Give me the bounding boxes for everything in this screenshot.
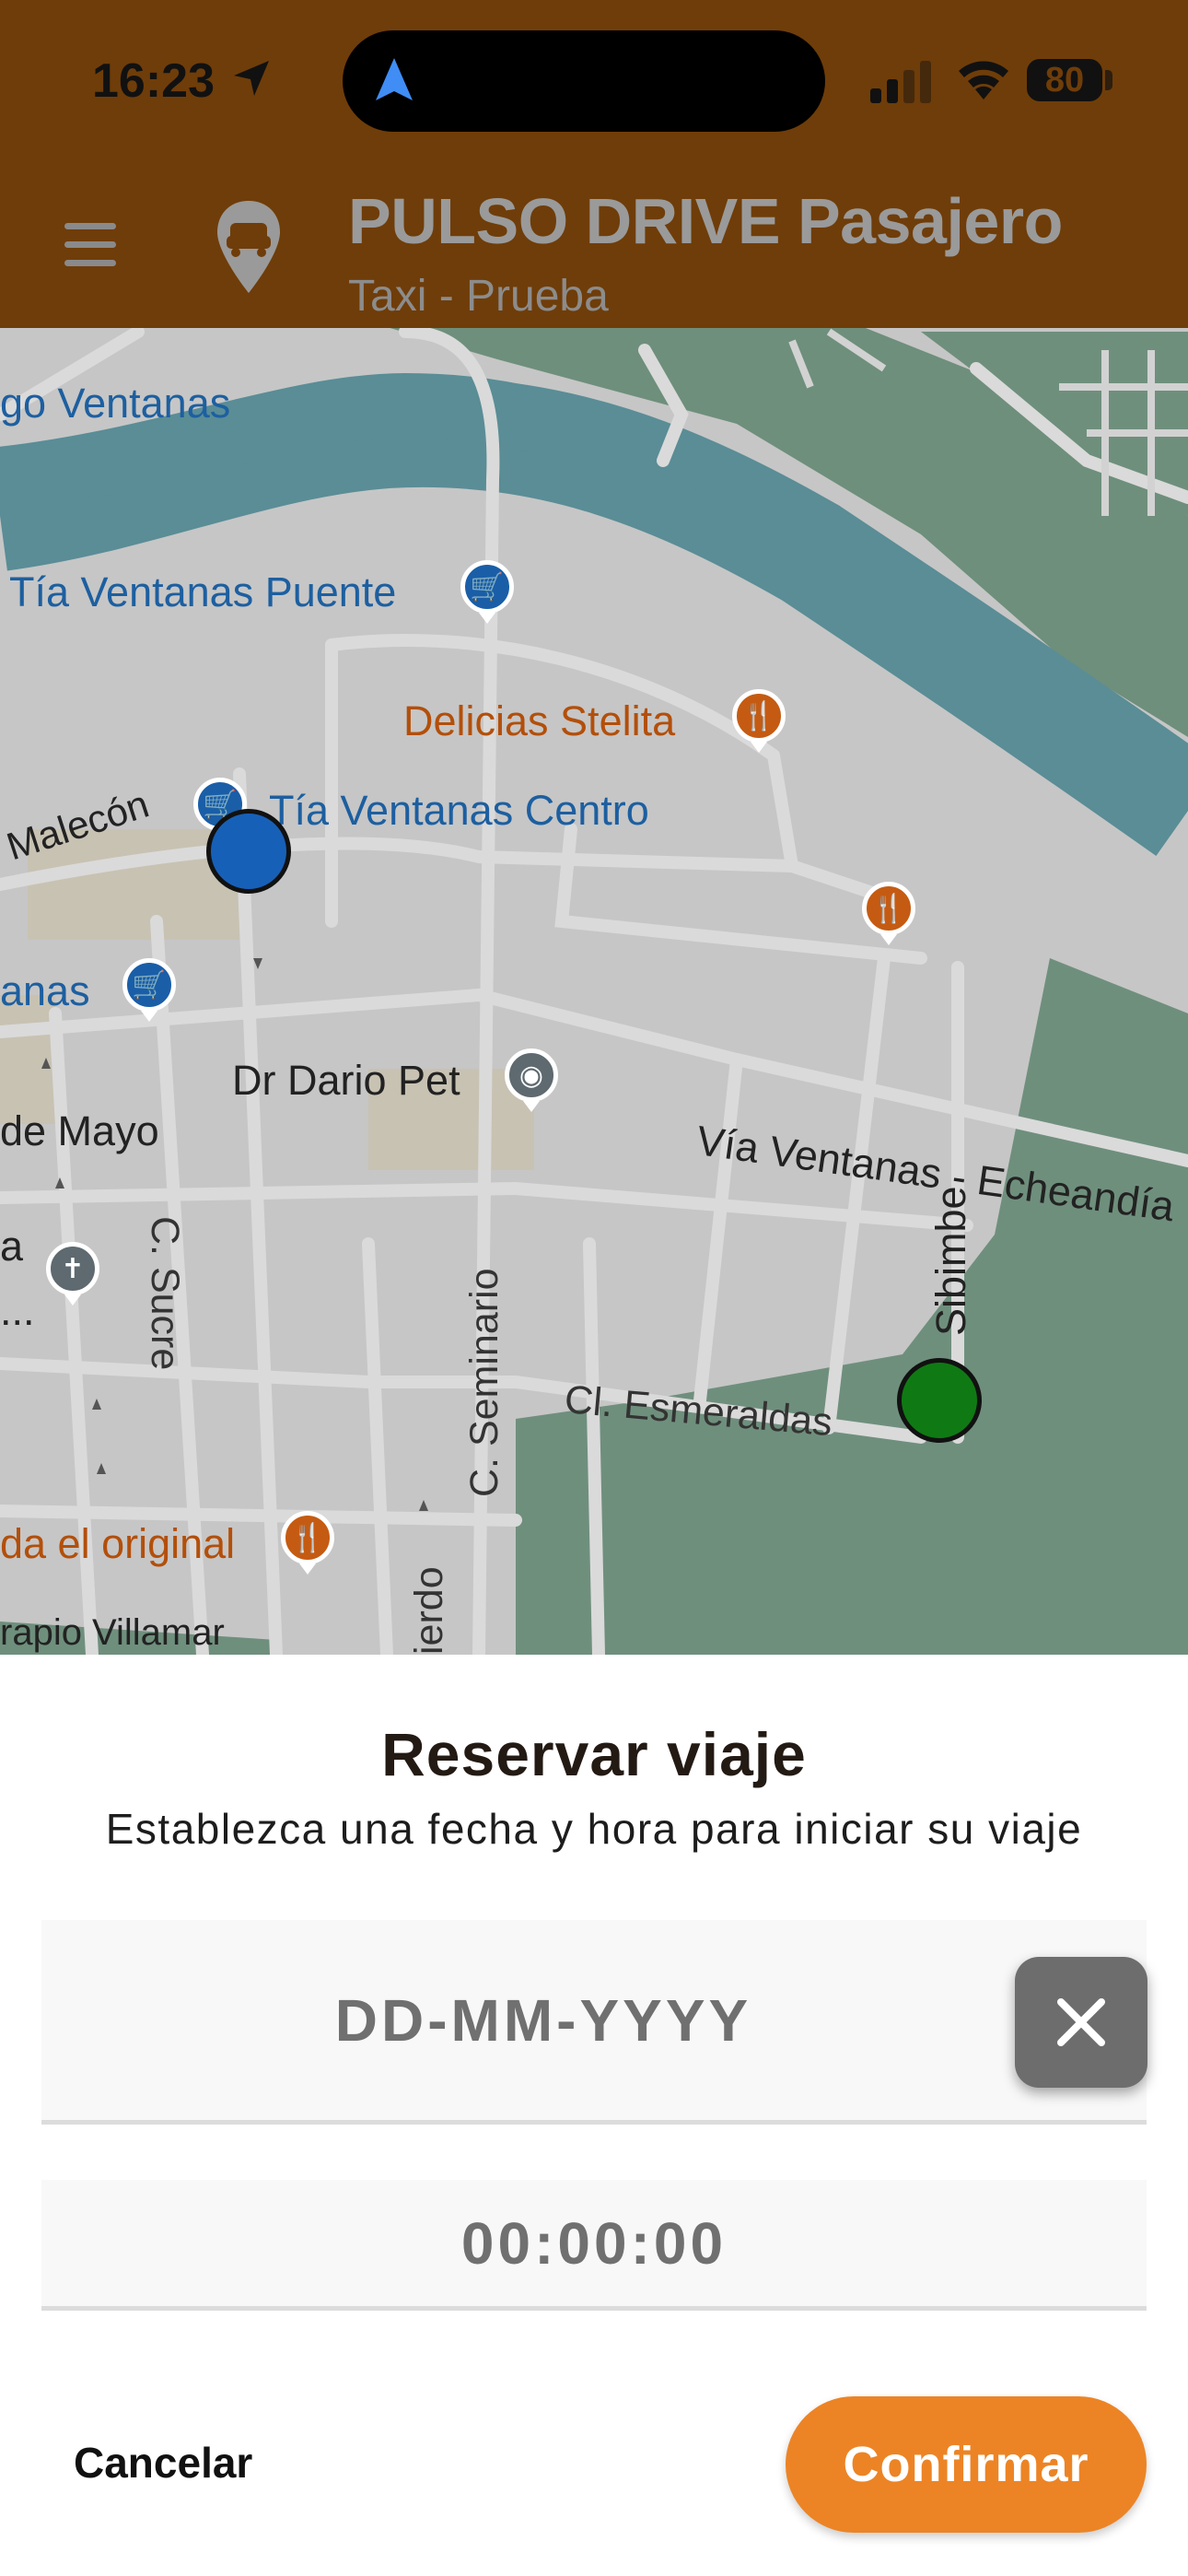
- map-label-delicias: Delicias Stelita: [403, 697, 676, 744]
- sheet-subtitle: Establezca una fecha y hora para iniciar…: [105, 1805, 1083, 1853]
- location-arrow-icon: [234, 61, 269, 96]
- status-bar: 16:23 80: [0, 0, 1188, 157]
- app-title: PULSO DRIVE Pasajero: [348, 185, 1063, 257]
- origin-marker[interactable]: [206, 809, 291, 894]
- shopping-cart-icon[interactable]: 🛒: [122, 958, 176, 1022]
- dynamic-island: [343, 30, 825, 132]
- map-label-anas: anas: [0, 967, 90, 1014]
- map-label-da-original: da el original: [0, 1520, 236, 1567]
- map-label-dots: ...: [0, 1287, 35, 1334]
- map-label-a: a: [0, 1223, 24, 1270]
- map-label-ventanas: go Ventanas: [0, 380, 231, 427]
- place-icon[interactable]: ◉: [505, 1048, 558, 1112]
- app-subtitle: Taxi - Prueba: [348, 272, 609, 321]
- map-label-tia-centro: Tía Ventanas Centro: [269, 787, 649, 834]
- date-placeholder: DD-MM-YYYY: [334, 1986, 752, 2054]
- cellular-signal-icon: [870, 61, 931, 103]
- date-field[interactable]: DD-MM-YYYY: [41, 1920, 1147, 2125]
- confirm-button[interactable]: Confirmar: [786, 2396, 1147, 2533]
- battery-indicator: 80: [1027, 59, 1102, 101]
- map-label-c-seminario: C. Seminario: [462, 1268, 507, 1497]
- shopping-cart-icon[interactable]: 🛒: [460, 560, 514, 624]
- menu-bar: [64, 260, 116, 266]
- restaurant-icon[interactable]: 🍴: [862, 882, 915, 945]
- restaurant-icon[interactable]: 🍴: [281, 1511, 334, 1575]
- menu-button[interactable]: [64, 223, 116, 267]
- church-icon[interactable]: ✝: [46, 1242, 99, 1306]
- close-icon: [1057, 1998, 1105, 2046]
- map-label-ierdo: ierdo: [407, 1566, 451, 1655]
- map-label-tia-puente: Tía Ventanas Puente: [9, 568, 397, 615]
- battery-tip: [1105, 70, 1112, 90]
- destination-marker[interactable]: [897, 1358, 982, 1443]
- status-time: 16:23: [92, 54, 215, 108]
- navigation-icon: [376, 58, 413, 100]
- app-header: 16:23 80 PULSO DRIVE Pasajero Taxi - Pru…: [0, 0, 1188, 328]
- menu-bar: [64, 223, 116, 229]
- taxi-pin-icon: [217, 201, 280, 293]
- time-placeholder: 00:00:00: [460, 2209, 728, 2277]
- map-label-dr-dario: Dr Dario Pet: [232, 1057, 460, 1104]
- wifi-icon: [959, 61, 1008, 100]
- cancel-button[interactable]: Cancelar: [74, 2438, 252, 2488]
- menu-bar: [64, 241, 116, 248]
- map-label-de-mayo: de Mayo: [0, 1107, 159, 1154]
- map-label-c-sucre: C. Sucre: [143, 1216, 187, 1371]
- reserve-trip-sheet: Reservar viaje Establezca una fecha y ho…: [0, 1655, 1188, 2576]
- map-label-rapio-villamar: rapio Villamar: [0, 1612, 225, 1653]
- restaurant-icon[interactable]: 🍴: [732, 689, 786, 753]
- sheet-title: Reservar viaje: [381, 1720, 807, 1788]
- time-field[interactable]: 00:00:00: [41, 2180, 1147, 2311]
- map-label-sibimbe: Sibimbe: [927, 1186, 974, 1336]
- clear-date-button[interactable]: [1015, 1957, 1147, 2088]
